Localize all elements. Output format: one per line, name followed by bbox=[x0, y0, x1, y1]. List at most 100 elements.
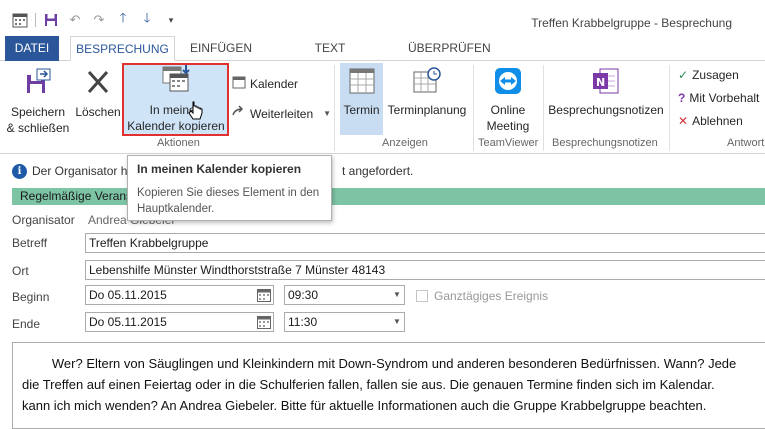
organizer-label: Organisator bbox=[12, 213, 75, 227]
scheduling-label: Terminplanung bbox=[387, 103, 467, 117]
message-body[interactable]: Wer? Eltern von Säuglingen und Kleinkind… bbox=[12, 342, 765, 429]
forward-button[interactable]: Weiterleiten ▼ bbox=[232, 105, 331, 122]
group-divider bbox=[669, 65, 670, 151]
ribbon-tabs: DATEI BESPRECHUNG EINFÜGEN TEXT FORMATIE… bbox=[0, 36, 765, 79]
teamviewer-icon bbox=[478, 67, 538, 99]
calendar-icon bbox=[232, 75, 246, 92]
tentative-label: Mit Vorbehalt bbox=[689, 91, 760, 105]
decline-button[interactable]: ✕ Ablehnen bbox=[678, 114, 743, 128]
body-line: kann ich mich wenden? An Andrea Giebeler… bbox=[22, 398, 707, 413]
meeting-notes-label: Besprechungsnotizen bbox=[548, 103, 664, 117]
delete-x-icon bbox=[74, 67, 122, 101]
chevron-down-icon: ▼ bbox=[323, 109, 332, 118]
calendar-app-icon bbox=[8, 11, 32, 29]
save-close-icon bbox=[6, 67, 70, 101]
group-label-meeting-notes: Besprechungsnotizen bbox=[552, 137, 658, 149]
date-picker-icon[interactable] bbox=[255, 313, 273, 331]
delete-label: Löschen bbox=[75, 105, 121, 119]
tentative-button[interactable]: ? Mit Vorbehalt bbox=[678, 91, 759, 105]
arrow-down-icon[interactable]: 🡓 bbox=[135, 10, 159, 29]
body-line: Wer? Eltern von Säuglingen und Kleinkind… bbox=[23, 356, 737, 371]
online-meeting-label: Online Meeting bbox=[486, 103, 530, 133]
start-time-value: 09:30 bbox=[288, 288, 319, 302]
date-picker-icon[interactable] bbox=[255, 286, 273, 304]
location-field[interactable]: Lebenshilfe Münster Windthorststraße 7 M… bbox=[85, 260, 765, 280]
start-date-value: Do 05.11.2015 bbox=[89, 288, 167, 302]
tab-insert[interactable]: EINFÜGEN bbox=[190, 36, 252, 61]
info-text-end: t angefordert. bbox=[342, 164, 414, 178]
tab-format-text[interactable]: TEXT FORMATIEREN bbox=[270, 36, 390, 79]
group-label-show: Anzeigen bbox=[382, 137, 428, 149]
start-label: Beginn bbox=[12, 290, 50, 304]
subject-field[interactable]: Treffen Krabbelgruppe bbox=[85, 233, 765, 253]
calendar-button[interactable]: Kalender bbox=[232, 75, 298, 92]
end-date-field[interactable]: Do 05.11.2015 bbox=[85, 312, 274, 332]
end-time-field[interactable]: 11:30 ▼ bbox=[284, 312, 405, 332]
copy-to-my-calendar-button[interactable]: In meinen Kalender kopieren bbox=[124, 64, 228, 134]
info-bar: i Der Organisator h t angefordert. bbox=[12, 161, 765, 181]
end-time-value: 11:30 bbox=[288, 315, 318, 329]
info-text-start: Der Organisator h bbox=[32, 164, 128, 178]
group-label-respond: Antwort bbox=[727, 137, 765, 149]
body-line: die Treffen auf einen Feiertag oder in d… bbox=[22, 377, 715, 392]
accept-label: Zusagen bbox=[692, 68, 739, 82]
tooltip-description: Kopieren Sie dieses Element in den Haupt… bbox=[137, 187, 320, 215]
all-day-checkbox[interactable]: Ganztägiges Ereignis bbox=[416, 289, 548, 303]
accept-button[interactable]: ✓ Zusagen bbox=[678, 68, 739, 82]
ribbon: Speichern & schließen Löschen In meinen … bbox=[0, 61, 765, 154]
start-date-field[interactable]: Do 05.11.2015 bbox=[85, 285, 274, 305]
checkbox-icon[interactable] bbox=[416, 290, 428, 302]
location-label: Ort bbox=[12, 264, 29, 278]
end-date-value: Do 05.11.2015 bbox=[89, 315, 167, 329]
group-label-teamviewer: TeamViewer bbox=[478, 137, 539, 149]
group-divider bbox=[473, 65, 474, 151]
copy-calendar-icon bbox=[124, 64, 228, 98]
meeting-notes-button[interactable]: N Besprechungsnotizen bbox=[548, 67, 664, 118]
tooltip: In meinen Kalender kopieren Kopieren Sie… bbox=[127, 155, 332, 221]
all-day-label: Ganztägiges Ereignis bbox=[434, 289, 549, 303]
customize-toolbar-icon[interactable]: ▾ bbox=[159, 11, 183, 29]
save-icon[interactable] bbox=[39, 11, 63, 29]
quick-access-toolbar: ↶ ↷ 🡑 🡓 ▾ bbox=[8, 10, 183, 29]
tab-review[interactable]: ÜBERPRÜFEN bbox=[408, 36, 491, 61]
copy-to-calendar-label: In meinen Kalender kopieren bbox=[127, 103, 225, 133]
mouse-cursor-icon bbox=[188, 101, 204, 126]
decline-x-icon: ✕ bbox=[678, 114, 689, 128]
decline-label: Ablehnen bbox=[692, 114, 743, 128]
svg-text:N: N bbox=[596, 76, 605, 89]
redo-icon[interactable]: ↷ bbox=[87, 11, 111, 29]
group-label-actions: Aktionen bbox=[157, 137, 200, 149]
window-title: Treffen Krabbelgruppe - Besprechung bbox=[531, 16, 732, 30]
appointment-icon bbox=[340, 67, 383, 99]
scheduling-icon bbox=[386, 67, 468, 99]
toolbar-divider bbox=[35, 13, 36, 27]
tooltip-title: In meinen Kalender kopieren bbox=[137, 162, 302, 176]
tab-file[interactable]: DATEI bbox=[5, 36, 59, 61]
undo-icon[interactable]: ↶ bbox=[63, 11, 87, 29]
chevron-down-icon[interactable]: ▼ bbox=[390, 286, 404, 304]
arrow-up-icon[interactable]: 🡑 bbox=[111, 10, 135, 29]
group-divider bbox=[543, 65, 544, 151]
calendar-label: Kalender bbox=[250, 76, 299, 91]
forward-label: Weiterleiten bbox=[250, 106, 314, 121]
forward-icon bbox=[232, 105, 246, 122]
scheduling-button[interactable]: Terminplanung bbox=[386, 67, 468, 118]
delete-button[interactable]: Löschen bbox=[74, 67, 122, 120]
recurrence-bar: Regelmäßige Veranst bbox=[12, 188, 765, 205]
appointment-button[interactable]: Termin bbox=[340, 67, 383, 118]
info-icon: i bbox=[12, 163, 27, 179]
online-meeting-button[interactable]: Online Meeting bbox=[478, 67, 538, 134]
group-divider bbox=[334, 65, 335, 151]
tab-meeting[interactable]: BESPRECHUNG bbox=[70, 36, 175, 61]
onenote-icon: N bbox=[548, 67, 664, 99]
save-close-label: Speichern & schließen bbox=[6, 105, 70, 135]
chevron-down-icon[interactable]: ▼ bbox=[390, 313, 404, 331]
checkmark-icon: ✓ bbox=[678, 68, 689, 82]
question-mark-icon: ? bbox=[678, 91, 686, 105]
end-label: Ende bbox=[12, 317, 41, 331]
subject-label: Betreff bbox=[12, 236, 48, 250]
save-and-close-button[interactable]: Speichern & schließen bbox=[6, 67, 70, 136]
title-bar: ↶ ↷ 🡑 🡓 ▾ Treffen Krabbelgruppe - Bespre… bbox=[0, 0, 765, 36]
appointment-label: Termin bbox=[343, 103, 380, 117]
start-time-field[interactable]: 09:30 ▼ bbox=[284, 285, 405, 305]
